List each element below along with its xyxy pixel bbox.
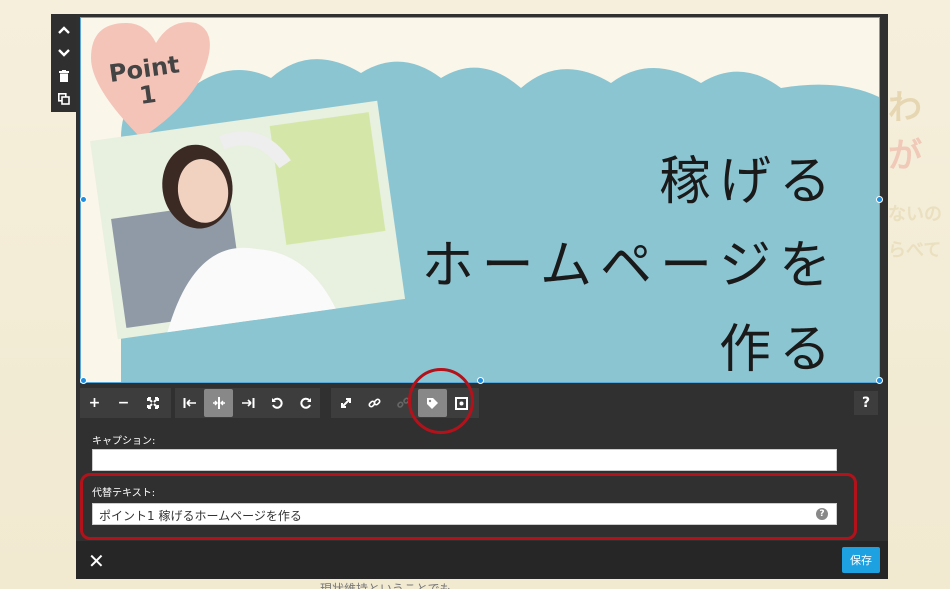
align-left-button[interactable] <box>175 389 204 417</box>
expand-icon <box>340 398 351 408</box>
resize-handle[interactable] <box>876 196 883 203</box>
move-down-button[interactable] <box>51 41 77 64</box>
align-left-icon <box>183 398 196 408</box>
move-up-button[interactable] <box>51 18 77 41</box>
align-center-icon <box>212 397 225 409</box>
duplicate-button[interactable] <box>51 87 77 110</box>
resize-handle[interactable] <box>80 196 87 203</box>
headline-line: ホームページを <box>421 236 839 296</box>
save-button[interactable]: 保存 <box>842 547 880 573</box>
resize-button[interactable] <box>331 389 360 417</box>
headline-line: 作る <box>718 320 839 380</box>
rotate-right-icon <box>299 397 311 409</box>
annotation-highlight <box>80 473 857 540</box>
rotate-left-button[interactable] <box>262 389 291 417</box>
help-button[interactable]: ? <box>854 391 878 415</box>
chevron-down-icon <box>58 48 70 57</box>
align-center-button[interactable] <box>204 389 233 417</box>
delete-button[interactable] <box>51 64 77 87</box>
background-text: が <box>888 136 922 176</box>
link-icon <box>368 397 381 408</box>
caption-label: キャプション: <box>92 436 156 447</box>
zoom-out-button[interactable]: − <box>109 389 138 417</box>
align-right-button[interactable] <box>233 389 262 417</box>
editor-footer: ✕ 保存 <box>76 541 888 579</box>
background-text: わ <box>888 88 922 128</box>
fit-button[interactable] <box>138 389 167 417</box>
rotate-left-icon <box>271 397 283 409</box>
duplicate-icon <box>58 92 70 105</box>
zoom-in-button[interactable]: + <box>80 389 109 417</box>
resize-handle[interactable] <box>80 377 87 384</box>
resize-handle[interactable] <box>477 377 484 384</box>
background-bottom-text: 現状維持ということでも <box>320 582 452 589</box>
fullscreen-icon <box>146 397 159 409</box>
rotate-right-button[interactable] <box>291 389 320 417</box>
link-button[interactable] <box>360 389 389 417</box>
close-button[interactable]: ✕ <box>88 549 105 573</box>
resize-handle[interactable] <box>876 377 883 384</box>
block-side-toolbar <box>51 14 77 112</box>
annotation-circle <box>408 368 474 434</box>
headline-text: 稼げる ホームページを 作る <box>421 140 839 382</box>
zoom-group: + − <box>80 388 171 418</box>
align-right-icon <box>241 398 254 408</box>
background-text: らべて <box>888 240 942 261</box>
headline-line: 稼げる <box>658 152 839 212</box>
align-group <box>175 388 320 418</box>
chevron-up-icon <box>58 25 70 34</box>
caption-input[interactable] <box>92 449 837 471</box>
image-canvas[interactable]: Point 1 稼げる ホームページを 作る <box>80 17 880 383</box>
trash-icon <box>59 69 69 82</box>
image-toolbar: + − ? <box>80 388 884 418</box>
background-text: ないの <box>888 204 942 225</box>
